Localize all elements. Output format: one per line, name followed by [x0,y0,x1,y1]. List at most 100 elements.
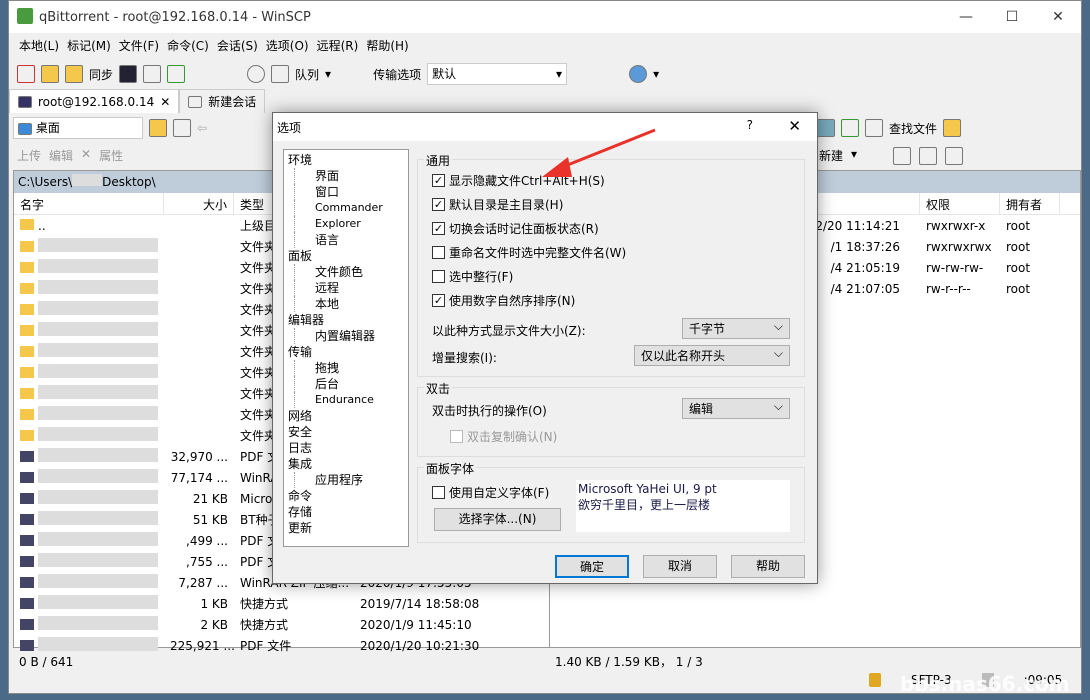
tree-item[interactable]: 面板 [288,248,404,264]
left-location-bar: 桌面 ⇦ [13,117,207,139]
copy-confirm-checkbox[interactable]: 双击复制确认(N) [450,428,557,445]
general-checkbox[interactable]: ✓ 使用数字自然序排序(N) [432,292,575,309]
compare-icon[interactable] [17,65,35,83]
queue-icon[interactable] [271,65,290,83]
general-checkbox[interactable]: 选中整行(F) [432,268,513,285]
table-row[interactable]: 2 KB 快捷方式 2020/1/9 11:45:10 [14,614,549,635]
general-checkbox[interactable]: ✓ 默认目录是主目录(H) [432,196,563,213]
tree-subitem[interactable]: 本地 [294,296,404,312]
title-bar: qBittorrent - root@192.168.0.14 - WinSCP… [9,1,1081,33]
tree-item[interactable]: 存储 [288,504,404,520]
double-click-dropdown[interactable]: 编辑 [682,398,790,419]
general-checkbox[interactable]: ✓ 切换会话时记住面板状态(R) [432,220,599,237]
minimize-button[interactable]: — [943,1,989,33]
plus-icon[interactable] [893,147,912,165]
file-name [14,427,164,444]
gear-icon[interactable] [247,65,266,83]
tab-new-session[interactable]: 新建会话 [179,89,266,113]
edit-button[interactable]: 编辑 [49,147,73,164]
size-label: 以此种方式显示文件大小(Z): [432,324,586,338]
tree-item[interactable]: 传输 [288,344,404,360]
help-icon[interactable]: ? [747,118,753,132]
col-perm[interactable]: 权限 [920,193,1000,214]
tree-item[interactable]: 集成 [288,456,404,472]
menu-session[interactable]: 会话(S) [217,37,258,54]
filter-icon[interactable] [173,119,191,137]
col-name[interactable]: 名字 [14,193,164,214]
toolbar: 同步 队列 ▾ 传输选项 默认 ▾ ▾ [9,61,1081,87]
tab-session-root[interactable]: root@192.168.0.14 ✕ [9,89,180,113]
ok-button[interactable]: 确定 [555,555,629,578]
tree-item[interactable]: 安全 [288,424,404,440]
general-checkbox[interactable]: 重命名文件时选中完整文件名(W) [432,244,626,261]
cancel-button[interactable]: 取消 [643,555,717,578]
close-button[interactable]: ✕ [1035,1,1081,33]
tree-item[interactable]: 命令 [288,488,404,504]
menu-command[interactable]: 命令(C) [167,37,209,54]
tree-subitem[interactable]: Commander [294,200,404,216]
tree-item[interactable]: 更新 [288,520,404,536]
find-files-button[interactable]: 查找文件 [889,120,937,137]
menu-local[interactable]: 本地(L) [19,37,59,54]
home-icon[interactable] [817,119,835,137]
minus-icon[interactable] [919,147,938,165]
tree-subitem[interactable]: Endurance [294,392,404,408]
menu-mark[interactable]: 标记(M) [67,37,111,54]
new-session-icon [188,95,203,108]
tree-icon[interactable] [943,119,962,137]
tree-item[interactable]: 日志 [288,440,404,456]
tree-subitem[interactable]: 拖拽 [294,360,404,376]
filter-icon[interactable] [945,147,964,165]
tab-close-icon[interactable]: ✕ [160,95,170,109]
tree-item[interactable]: 环境 [288,152,404,168]
sync-icon[interactable] [65,65,83,83]
choose-font-button[interactable]: 选择字体...(N) [434,508,561,531]
tree-subitem[interactable]: 后台 [294,376,404,392]
tree-subitem[interactable]: 语言 [294,232,404,248]
queue-button[interactable]: 队列 [295,66,319,83]
find-icon[interactable] [865,119,883,137]
delete-icon[interactable]: ✕ [81,147,91,164]
refresh-icon[interactable] [841,119,859,137]
menu-file[interactable]: 文件(F) [119,37,159,54]
tree-item[interactable]: 网络 [288,408,404,424]
menu-remote[interactable]: 远程(R) [317,37,359,54]
sync-button[interactable]: 同步 [89,66,113,83]
refresh-icon[interactable] [167,65,186,83]
tree-subitem[interactable]: Explorer [294,216,404,232]
properties-button[interactable]: 属性 [99,147,123,164]
menu-options[interactable]: 选项(O) [266,37,309,54]
tree-subitem[interactable]: 文件颜色 [294,264,404,280]
new-button[interactable]: 新建 [819,147,843,165]
size-format-value: 千字节 [689,322,726,336]
upload-button[interactable]: 上传 [17,147,41,164]
globe-icon[interactable] [629,65,648,83]
tree-subitem[interactable]: 内置编辑器 [294,328,404,344]
tree-item[interactable]: 编辑器 [288,312,404,328]
double-click-label: 双击时执行的操作(O) [432,404,547,418]
transfer-options-select[interactable]: 默认 ▾ [427,63,568,85]
dialog-close-icon[interactable]: ✕ [788,117,801,135]
tree-subitem[interactable]: 远程 [294,280,404,296]
tree-subitem[interactable]: 应用程序 [294,472,404,488]
tree-subitem[interactable]: 窗口 [294,184,404,200]
maximize-button[interactable]: ☐ [989,1,1035,33]
putty-icon[interactable] [143,65,162,83]
custom-font-checkbox[interactable]: 使用自定义字体(F) [432,484,549,501]
help-button[interactable]: 帮助 [731,555,805,578]
open-folder-icon[interactable] [149,119,167,137]
tree-subitem[interactable]: 界面 [294,168,404,184]
col-owner[interactable]: 拥有者 [1000,193,1060,214]
location-select[interactable]: 桌面 [13,117,143,139]
incremental-search-dropdown[interactable]: 仅以此名称开头 [634,345,790,366]
menu-help[interactable]: 帮助(H) [366,37,408,54]
file-name [14,448,164,465]
table-row[interactable]: 225,921 ... PDF 文件 2020/1/20 10:21:30 [14,635,549,656]
size-format-dropdown[interactable]: 千字节 [682,318,790,339]
col-size[interactable]: 大小 [164,193,234,214]
back-icon[interactable]: ⇦ [197,121,207,135]
terminal-icon[interactable] [119,65,138,83]
sync-browse-icon[interactable] [41,65,59,83]
table-row[interactable]: 1 KB 快捷方式 2019/7/14 18:58:08 [14,593,549,614]
font-preview-sample: 欲穷千里目，更上一层楼 [578,498,711,512]
